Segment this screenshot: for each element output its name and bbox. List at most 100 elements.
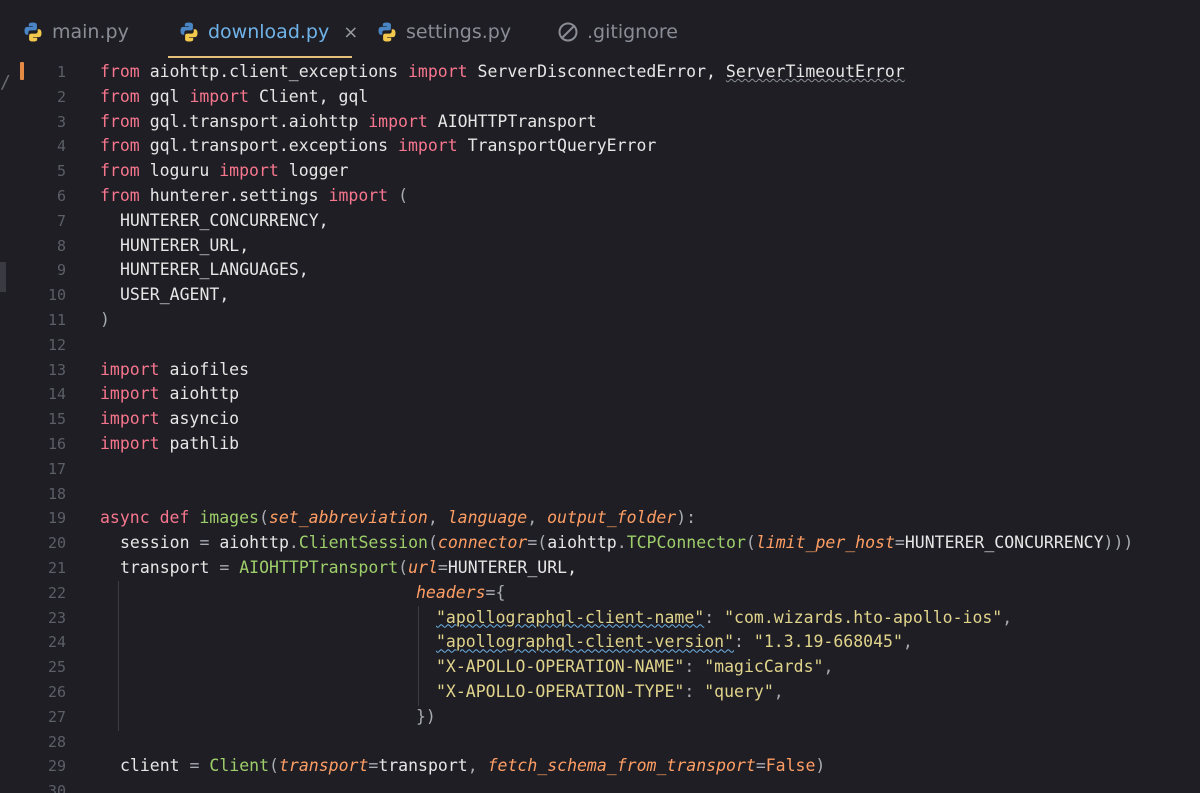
line-number: 17: [47, 459, 66, 478]
line-number: 3: [56, 112, 66, 131]
code-line: 24 "apollographql-client-version": "1.3.…: [0, 630, 1200, 655]
tab-bar: main.py download.py × settings.py .gitig: [0, 0, 1200, 60]
line-number: 11: [47, 311, 66, 329]
code-line: 28: [0, 730, 1200, 755]
tab-label: settings.py: [406, 21, 512, 43]
line-number: 20: [47, 534, 66, 553]
code-line: 2 from gql import Client, gql: [0, 85, 1200, 110]
code-line: 23 "apollographql-client-name": "com.wiz…: [0, 606, 1200, 631]
line-number: 13: [47, 360, 66, 379]
code-text: "X-APOLLO-OPERATION-TYPE": "query",: [436, 682, 784, 701]
code-editor[interactable]: 1 from aiohttp.client_exceptions import …: [0, 60, 1200, 793]
line-number: 10: [47, 286, 66, 305]
line-number: 18: [47, 484, 66, 503]
code-line: 22 headers={: [0, 581, 1200, 606]
code-text: headers={: [416, 582, 506, 602]
code-text: "apollographql-client-name": "com.wizard…: [436, 607, 1013, 627]
tab-main-py[interactable]: main.py: [22, 12, 129, 52]
line-number: 1: [56, 63, 66, 81]
line-number: 4: [56, 137, 66, 156]
line-number: 29: [47, 757, 66, 776]
code-line: 18: [0, 482, 1200, 507]
code-text: from loguru import logger: [100, 161, 349, 181]
tab-download-py[interactable]: download.py ×: [178, 12, 358, 52]
active-tab-indicator: [168, 56, 352, 58]
line-number: 12: [47, 335, 66, 354]
code-line: 29 client = Client(transport=transport, …: [0, 754, 1200, 779]
line-number: 30: [47, 782, 66, 793]
line-number: 8: [56, 236, 66, 255]
line-number: 5: [56, 162, 66, 181]
code-text: ): [100, 310, 110, 329]
code-line: 25 "X-APOLLO-OPERATION-NAME": "magicCard…: [0, 655, 1200, 680]
code-line: 12: [0, 333, 1200, 358]
python-icon: [178, 21, 200, 43]
line-number: 6: [56, 187, 66, 205]
line-number: 2: [56, 87, 66, 106]
code-line: 8 HUNTERER_URL,: [0, 234, 1200, 259]
code-line: 21 transport = AIOHTTPTransport(url=HUNT…: [0, 556, 1200, 581]
code-text: }): [416, 706, 436, 726]
code-line: 19 async def images(set_abbreviation, la…: [0, 506, 1200, 531]
code-line: 5 from loguru import logger: [0, 159, 1200, 184]
tab-settings-py[interactable]: settings.py: [376, 12, 511, 52]
line-number: 25: [47, 658, 66, 677]
tab-gitignore[interactable]: .gitignore: [557, 12, 678, 52]
line-number: 24: [47, 633, 66, 652]
code-line: 30: [0, 779, 1200, 793]
python-icon: [376, 21, 398, 43]
line-number: 27: [47, 707, 66, 726]
close-icon[interactable]: ×: [343, 22, 358, 43]
code-line: 11 ): [0, 308, 1200, 333]
code-text: "apollographql-client-version": "1.3.19-…: [436, 632, 913, 652]
code-line: 10 USER_AGENT,: [0, 283, 1200, 308]
code-text: client = Client(transport=transport, fet…: [120, 756, 826, 776]
code-line: 26 "X-APOLLO-OPERATION-TYPE": "query",: [0, 680, 1200, 705]
code-text: import asyncio: [100, 409, 240, 429]
line-number: 26: [47, 683, 66, 701]
python-icon: [22, 21, 44, 43]
code-line: 27 }): [0, 705, 1200, 730]
line-number: 7: [56, 211, 66, 230]
code-line: 3 from gql.transport.aiohttp import AIOH…: [0, 110, 1200, 135]
line-number: 9: [56, 261, 66, 280]
code-line: 1 from aiohttp.client_exceptions import …: [0, 60, 1200, 85]
code-line: 15 import asyncio: [0, 407, 1200, 432]
code-text: from aiohttp.client_exceptions import Se…: [100, 62, 905, 81]
code-text: import pathlib: [100, 434, 240, 453]
line-number: 15: [47, 410, 66, 429]
code-text: USER_AGENT,: [120, 285, 230, 305]
code-line: 13 import aiofiles: [0, 358, 1200, 383]
tab-label: download.py: [208, 21, 330, 43]
code-text: HUNTERER_LANGUAGES,: [120, 260, 309, 280]
code-text: from gql.transport.aiohttp import AIOHTT…: [100, 111, 597, 131]
gitignore-icon: [557, 21, 579, 43]
line-number: 14: [47, 385, 66, 404]
line-number: 28: [47, 732, 66, 751]
code-text: from gql.transport.exceptions import Tra…: [100, 136, 657, 156]
code-text: session = aiohttp.ClientSession(connecto…: [120, 533, 1134, 553]
code-line: 14 import aiohttp: [0, 382, 1200, 407]
code-text: import aiohttp: [100, 384, 240, 404]
code-text: import aiofiles: [100, 359, 250, 379]
code-text: async def images(set_abbreviation, langu…: [100, 508, 697, 528]
tab-label: .gitignore: [587, 21, 678, 43]
code-line: 17: [0, 457, 1200, 482]
code-text: from hunterer.settings import (: [100, 186, 408, 205]
tab-label: main.py: [52, 21, 129, 43]
code-line: 9 HUNTERER_LANGUAGES,: [0, 258, 1200, 283]
line-number: 22: [47, 583, 66, 602]
code-line: 16 import pathlib: [0, 432, 1200, 457]
line-number: 16: [47, 435, 66, 453]
code-text: HUNTERER_CONCURRENCY,: [120, 210, 329, 230]
code-line: 20 session = aiohttp.ClientSession(conne…: [0, 531, 1200, 556]
line-number: 21: [47, 559, 66, 577]
code-text: "X-APOLLO-OPERATION-NAME": "magicCards",: [436, 657, 834, 677]
code-line: 7 HUNTERER_CONCURRENCY,: [0, 209, 1200, 234]
line-number: 19: [47, 509, 66, 528]
code-text: HUNTERER_URL,: [120, 235, 250, 255]
code-line: 4 from gql.transport.exceptions import T…: [0, 134, 1200, 159]
code-text: transport = AIOHTTPTransport(url=HUNTERE…: [120, 558, 577, 577]
code-text: from gql import Client, gql: [100, 86, 369, 106]
code-line: 6 from hunterer.settings import (: [0, 184, 1200, 209]
